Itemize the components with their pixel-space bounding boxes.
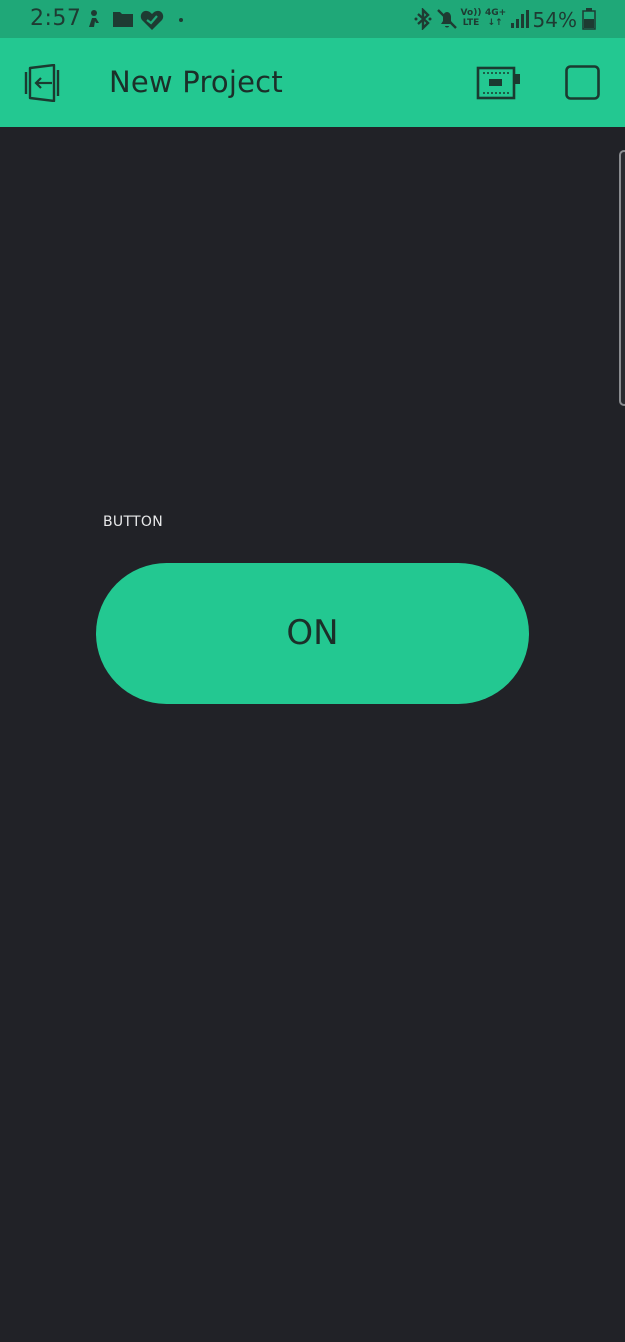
dot-icon [179,18,183,22]
scrollbar-handle[interactable] [619,150,625,406]
volte-indicator: Vo)) LTE [460,8,482,28]
mute-icon [437,9,457,29]
back-button[interactable] [22,63,64,103]
device-icon [476,66,520,100]
bluetooth-icon [414,8,432,30]
play-square-icon [565,65,600,100]
folder-icon [113,12,133,27]
page-title: New Project [109,65,283,99]
battery-icon [582,8,596,30]
app-screen: 2:57 Vo)) LTE 4G+ ↓↑ 54% New Project BUT… [0,0,625,1342]
device-button[interactable] [476,65,522,101]
person-icon [89,10,99,27]
heart-check-icon [140,10,164,30]
status-time: 2:57 [30,6,82,31]
on-off-button[interactable]: ON [96,563,529,704]
play-button[interactable] [565,65,600,100]
exit-icon [24,63,60,103]
network-type-indicator: 4G+ ↓↑ [485,8,507,28]
app-bar: New Project [0,38,625,127]
widget-label: BUTTON [103,514,164,530]
status-bar: 2:57 Vo)) LTE 4G+ ↓↑ 54% [0,0,625,38]
signal-icon [511,10,529,28]
battery-percent: 54% [532,8,577,32]
